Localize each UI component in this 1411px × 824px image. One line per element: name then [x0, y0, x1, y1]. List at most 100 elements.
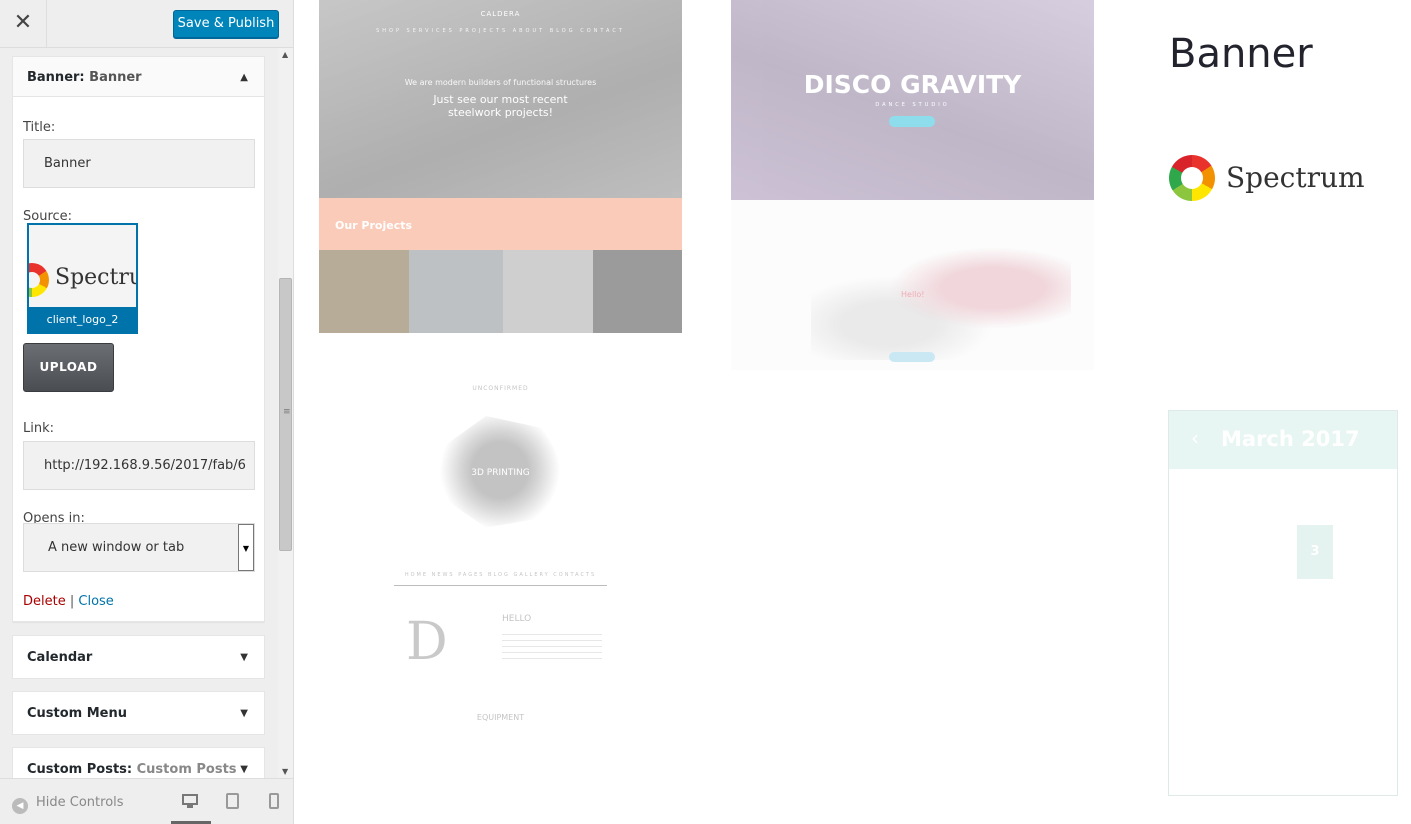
mobile-preview-icon[interactable] — [267, 793, 283, 809]
caldera-nav: SHOP SERVICES PROJECTS ABOUT BLOG CONTAC… — [376, 28, 625, 34]
caldera-headline-line-1: Just see our most recent — [433, 93, 568, 106]
section-title-text: Custom Posts: — [27, 762, 133, 777]
site-preview[interactable]: CALDERA SHOP SERVICES PROJECTS ABOUT BLO… — [294, 0, 1411, 824]
spectrum-logo[interactable]: Spectrum — [1169, 155, 1369, 203]
banner-widget-title: Banner — [1169, 31, 1313, 77]
dancer-figure — [811, 240, 1071, 360]
delete-link[interactable]: Delete — [23, 594, 66, 609]
tablet-body-shape — [226, 793, 239, 809]
3d-big-letter: D — [406, 612, 448, 672]
thumbnail-caption: client_logo_2 — [29, 307, 136, 332]
calendar-header: ‹ March 2017 — [1169, 411, 1397, 469]
hide-controls-label: Hide Controls — [36, 795, 124, 810]
actions-separator: | — [69, 594, 75, 609]
close-link[interactable]: Close — [78, 594, 113, 609]
spectrum-logo-text: Spectrum — [1226, 161, 1365, 194]
calendar-prev-icon[interactable]: ‹ — [1191, 426, 1199, 450]
desktop-screen-shape — [182, 794, 198, 805]
expand-arrow-icon[interactable]: ▼ — [240, 708, 248, 719]
widget-custom-posts[interactable]: Custom Posts: Custom Posts ▼ — [12, 747, 265, 778]
widget-title: Banner: Banner — [27, 70, 142, 85]
expand-arrow-icon[interactable]: ▼ — [240, 652, 248, 663]
link-field[interactable]: http://192.168.9.56/2017/fab/6 — [23, 441, 255, 490]
thumbnail-logo-text: Spectrum — [55, 265, 136, 290]
hide-controls-button[interactable]: ◀ Hide Controls — [12, 795, 124, 814]
spectrum-ring-icon — [1169, 155, 1215, 201]
collapse-arrow-icon[interactable]: ▲ — [240, 72, 248, 83]
opens-in-select[interactable]: A new window or tab ▼ — [23, 523, 255, 572]
dance-button-shape — [889, 352, 935, 362]
source-image-thumbnail[interactable]: Spectrum client_logo_2 — [27, 223, 138, 334]
close-icon: ✕ — [13, 10, 33, 35]
3d-divider — [394, 585, 607, 586]
3d-printing-banner-image[interactable]: UNCONFIRMED 3D PRINTING HOME NEWS PAGES … — [394, 380, 607, 730]
link-label: Link: — [23, 421, 55, 436]
caldera-brand: CALDERA — [480, 10, 521, 18]
caldera-projects-bar: Our Projects — [319, 198, 682, 250]
section-subtitle-text: Custom Posts — [136, 762, 237, 777]
caldera-projects-title: Our Projects — [335, 219, 413, 232]
source-label: Source: — [23, 209, 73, 224]
calendar-month: March 2017 — [1221, 427, 1360, 451]
panel-scrollbar[interactable]: ▲ ≡ ▼ — [278, 48, 293, 778]
section-title: Calendar — [27, 650, 92, 665]
widget-actions: Delete | Close — [23, 594, 114, 609]
desktop-stand-shape — [187, 805, 193, 808]
dance-hello: Hello! — [901, 290, 925, 299]
calendar-widget: ‹ March 2017 3 — [1168, 410, 1398, 796]
3d-menu: HOME NEWS PAGES BLOG GALLERY CONTACTS — [404, 572, 597, 578]
widget-type-label: Banner: — [27, 70, 85, 85]
collapse-sidebar-icon: ◀ — [12, 798, 28, 814]
scroll-up-icon[interactable]: ▲ — [282, 50, 288, 59]
caldera-tagline: We are modern builders of functional str… — [404, 78, 597, 87]
caldera-headline: Just see our most recent steelwork proje… — [319, 93, 682, 119]
caldera-banner-image[interactable]: CALDERA SHOP SERVICES PROJECTS ABOUT BLO… — [319, 0, 682, 333]
disco-title: DISCO GRAVITY — [803, 70, 1022, 99]
dance-banner-image[interactable]: Hello! — [731, 200, 1094, 370]
calendar-today[interactable]: 3 — [1297, 525, 1333, 579]
desktop-preview-icon[interactable] — [182, 793, 198, 809]
disco-button-shape — [889, 116, 935, 127]
banner-widget: Banner: Banner ▲ Title: Banner Source: S… — [12, 56, 265, 622]
caldera-headline-line-2: steelwork projects! — [447, 106, 554, 119]
upload-button[interactable]: UPLOAD — [23, 343, 114, 392]
section-title: Custom Posts: Custom Posts — [27, 762, 237, 777]
widget-calendar[interactable]: Calendar ▼ — [12, 635, 265, 679]
caldera-project-tiles — [319, 250, 682, 333]
dropdown-caret-icon[interactable]: ▼ — [238, 524, 254, 571]
section-title-text: Custom Menu — [27, 706, 128, 721]
project-tile — [409, 250, 503, 333]
3d-label: 3D PRINTING — [471, 468, 530, 478]
mobile-body-shape — [269, 793, 279, 809]
spectrum-logo-icon — [29, 263, 49, 297]
disco-gravity-banner-image[interactable]: DISCO GRAVITY DANCE STUDIO — [731, 0, 1094, 200]
project-tile — [319, 250, 409, 333]
3d-equipment: EQUIPMENT — [476, 713, 525, 722]
scrollbar-thumb[interactable]: ≡ — [279, 278, 292, 551]
customizer-footer: ◀ Hide Controls — [0, 778, 293, 824]
3d-hello: HELLO — [502, 614, 532, 624]
caldera-hero: CALDERA SHOP SERVICES PROJECTS ABOUT BLO… — [319, 0, 682, 198]
disco-subtitle: DANCE STUDIO — [875, 102, 950, 108]
3d-text-lines — [502, 634, 602, 664]
section-title-text: Calendar — [27, 650, 93, 665]
title-field[interactable]: Banner — [23, 139, 255, 188]
section-title: Custom Menu — [27, 706, 127, 721]
save-publish-button[interactable]: Save & Publish — [173, 10, 279, 38]
project-tile — [593, 250, 682, 333]
scroll-grip-icon: ≡ — [283, 407, 291, 417]
widgets-scroll-area[interactable]: Banner: Banner ▲ Title: Banner Source: S… — [12, 48, 265, 778]
3d-top-label: UNCONFIRMED — [472, 385, 529, 392]
widget-custom-menu[interactable]: Custom Menu ▼ — [12, 691, 265, 735]
opens-in-value: A new window or tab — [48, 540, 185, 555]
customizer-panel: ✕ Save & Publish Banner: Banner ▲ Title:… — [0, 0, 294, 824]
scroll-down-icon[interactable]: ▼ — [282, 767, 288, 776]
banner-widget-header[interactable]: Banner: Banner ▲ — [13, 57, 264, 97]
expand-arrow-icon[interactable]: ▼ — [240, 764, 248, 775]
tablet-preview-icon[interactable] — [225, 793, 241, 809]
widget-name-label: Banner — [89, 70, 142, 85]
customizer-header: ✕ Save & Publish — [0, 0, 293, 48]
project-tile — [503, 250, 593, 333]
close-customizer-button[interactable]: ✕ — [0, 0, 47, 48]
title-label: Title: — [23, 120, 56, 135]
